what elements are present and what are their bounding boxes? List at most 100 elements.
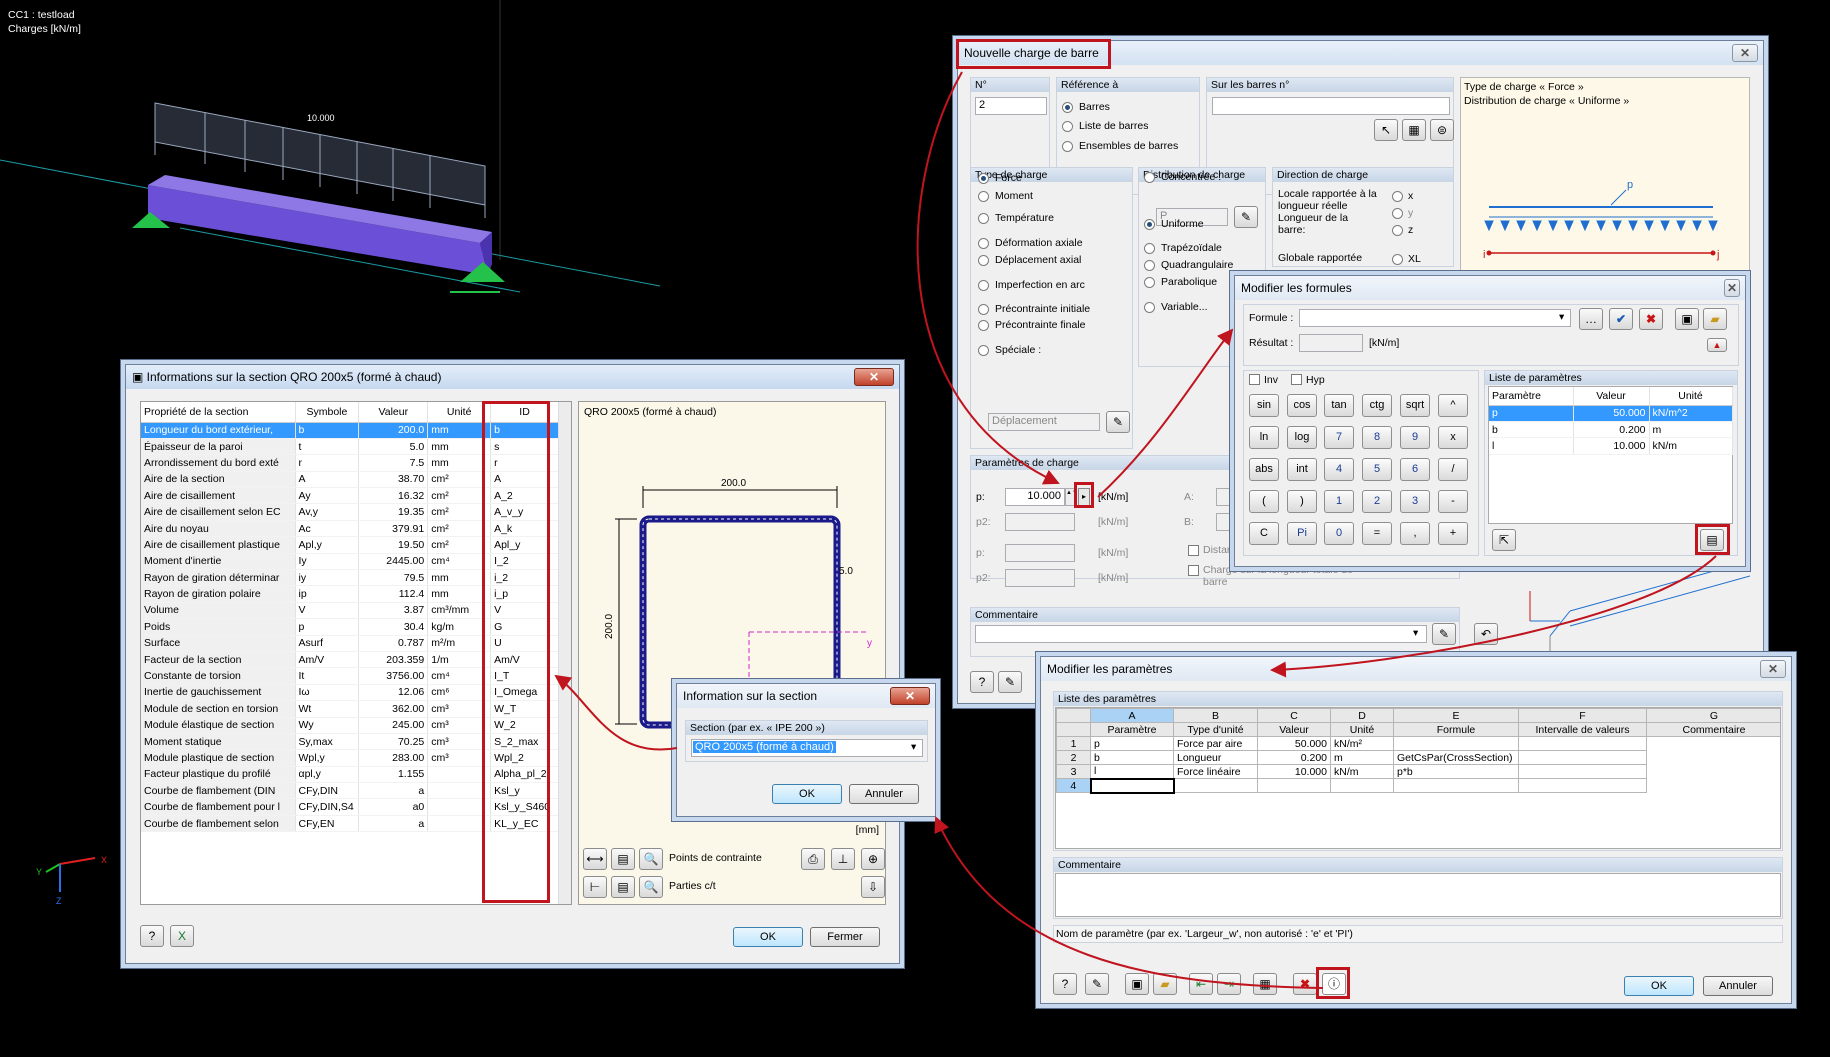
cancel-button[interactable]: Annuler [849, 784, 919, 804]
column-header[interactable]: Valeur [1257, 722, 1331, 737]
key-button[interactable]: sin [1249, 394, 1279, 417]
table-row[interactable]: Épaisseur de la paroi t 5.0 mm s [141, 438, 559, 456]
comment-edit-icon[interactable]: ✎ [1432, 623, 1456, 645]
distance-checkbox[interactable] [1188, 545, 1199, 556]
table-row[interactable]: Aire du noyau Ac 379.91 cm² A_k [141, 520, 559, 538]
close-button[interactable]: ✕ [1732, 44, 1758, 62]
special-select[interactable]: Déplacement [988, 413, 1100, 431]
dropdown-arrow-icon[interactable]: ▾ [911, 741, 916, 753]
column-letter[interactable]: E [1393, 708, 1519, 723]
grid-cell[interactable] [1393, 736, 1519, 751]
column-letter[interactable]: A [1090, 708, 1174, 723]
table-row[interactable]: Constante de torsion It 3756.00 cm⁴ I_T [141, 667, 559, 685]
col-header[interactable]: Unité [1649, 387, 1733, 406]
save-icon[interactable]: ▣ [1125, 973, 1149, 995]
grid-cell[interactable] [1173, 778, 1258, 793]
close-button[interactable]: ✕ [890, 687, 930, 705]
cancel-button[interactable]: Annuler [1703, 976, 1773, 996]
radio-distribution[interactable] [1144, 260, 1155, 271]
key-button[interactable]: 3 [1400, 490, 1430, 513]
grid-cell[interactable]: m [1330, 750, 1394, 765]
radio-distribution[interactable] [1144, 302, 1155, 313]
comment-textarea[interactable] [1055, 873, 1781, 917]
grid-cell[interactable]: 10.000 [1257, 764, 1331, 779]
key-button[interactable]: 7 [1324, 426, 1354, 449]
radio-distribution[interactable] [1144, 243, 1155, 254]
grid-cell[interactable] [1518, 750, 1647, 765]
grid-cell[interactable] [1518, 736, 1647, 751]
excel-icon[interactable]: X [170, 925, 194, 947]
column-header[interactable]: Commentaire [1646, 722, 1780, 737]
table-row[interactable]: Moment d'inertie Iy 2445.00 cm⁴ I_2 [141, 553, 559, 571]
column-letter[interactable]: C [1257, 708, 1331, 723]
key-button[interactable]: Pi [1287, 522, 1317, 545]
column-header[interactable]: Formule [1393, 722, 1519, 737]
warning-icon[interactable]: ▲ [1707, 338, 1727, 352]
edit-params-titlebar[interactable]: Modifier les paramètres ✕ [1041, 657, 1791, 681]
grid-cell[interactable]: b [1090, 750, 1174, 765]
radio-load-type[interactable] [978, 304, 989, 315]
key-button[interactable]: abs [1249, 458, 1279, 481]
formula-dropdown-icon[interactable]: ▾ [1559, 311, 1564, 323]
a-input[interactable] [1216, 488, 1236, 506]
edit-icon[interactable]: ✎ [1085, 973, 1109, 995]
grid-cell[interactable]: Force linéaire [1173, 764, 1258, 779]
radio-load-type[interactable] [978, 345, 989, 356]
zoom-all-icon[interactable]: ⊕ [861, 848, 885, 870]
open-folder-icon[interactable]: ▰ [1153, 973, 1177, 995]
grid-cell[interactable] [1393, 778, 1519, 793]
key-button[interactable]: cos [1287, 394, 1317, 417]
param-row[interactable]: p 50.000 kN/m^2 [1489, 405, 1733, 422]
table-row[interactable]: Module élastique de section Wy 245.00 cm³ W_… [141, 717, 559, 734]
import-excel-icon[interactable]: ⇤ [1189, 973, 1213, 995]
grid-cell[interactable]: kN/m² [1330, 736, 1394, 751]
grid-cell[interactable]: Force par aire [1173, 736, 1258, 751]
select-list-icon[interactable]: ▦ [1402, 119, 1426, 141]
key-button[interactable]: x [1438, 426, 1468, 449]
table-row[interactable]: Inertie de gauchissement Iω 12.06 cm⁶ I_Omeg… [141, 684, 559, 702]
help-icon[interactable]: ? [970, 671, 994, 693]
table-row[interactable]: Aire de cisaillement Ay 16.32 cm² A_2 [141, 487, 559, 505]
grid-row[interactable]: 3 l Force linéaire 10.000 kN/m p*b [1056, 764, 1781, 779]
radio-load-type[interactable] [978, 238, 989, 249]
ok-button[interactable]: OK [733, 927, 803, 947]
col-header[interactable]: Symbole [295, 402, 360, 423]
lock-icon[interactable]: ⊜ [1430, 119, 1454, 141]
ok-button[interactable]: OK [1624, 976, 1694, 996]
table-row[interactable]: Facteur plastique du profilé αpl,y 1.155 Al… [141, 766, 559, 784]
concentrated-edit-icon[interactable]: ✎ [1234, 206, 1258, 228]
export-icon[interactable]: ⇩ [861, 876, 885, 898]
formula-edit-icon[interactable]: ▸ [1078, 488, 1090, 506]
table-row[interactable]: Courbe de flambement selon CFy,EN a KL_y_EC [141, 815, 559, 833]
formula-titlebar[interactable]: Modifier les formules ✕ [1235, 276, 1745, 300]
column-letter[interactable]: B [1173, 708, 1258, 723]
radio-load-type[interactable] [978, 213, 989, 224]
key-button[interactable]: 4 [1324, 458, 1354, 481]
key-button[interactable]: 6 [1400, 458, 1430, 481]
section-info-titlebar[interactable]: ▣ Informations sur la section QRO 200x5 … [126, 365, 899, 389]
grid-row[interactable]: 1 p Force par aire 50.000 kN/m² [1056, 736, 1781, 751]
n-input[interactable]: 2 [975, 97, 1047, 115]
bars-input[interactable] [1212, 97, 1450, 115]
radio-dir-z[interactable] [1392, 225, 1403, 236]
table-row[interactable]: Longueur du bord extérieur, b 200.0 mm b [141, 422, 559, 439]
radio-bars[interactable] [1062, 102, 1073, 113]
column-letter[interactable]: G [1646, 708, 1780, 723]
key-button[interactable]: 9 [1400, 426, 1430, 449]
key-button[interactable]: ^ [1438, 394, 1468, 417]
table-row[interactable]: Aire de cisaillement plastique Apl,y 19.50… [141, 536, 559, 554]
table-row[interactable]: Module plastique de section Wpl,y 283.00 cm… [141, 749, 559, 767]
grid-cell[interactable] [1089, 777, 1175, 794]
p-spinner[interactable]: ▲▼ [1065, 488, 1078, 506]
column-header[interactable]: Intervalle de valeurs [1518, 722, 1647, 737]
grid-cell[interactable]: 50.000 [1257, 736, 1331, 751]
open-folder-icon[interactable]: ▰ [1703, 308, 1727, 330]
help-icon[interactable]: ? [140, 925, 164, 947]
col-header[interactable]: ID [490, 402, 559, 423]
key-button[interactable]: ) [1287, 490, 1317, 513]
column-letter[interactable]: F [1518, 708, 1647, 723]
delete-icon[interactable]: ✖ [1639, 308, 1663, 330]
radio-load-type[interactable] [978, 280, 989, 291]
formula-input[interactable] [1299, 309, 1571, 327]
radio-dir-y[interactable] [1392, 208, 1403, 219]
